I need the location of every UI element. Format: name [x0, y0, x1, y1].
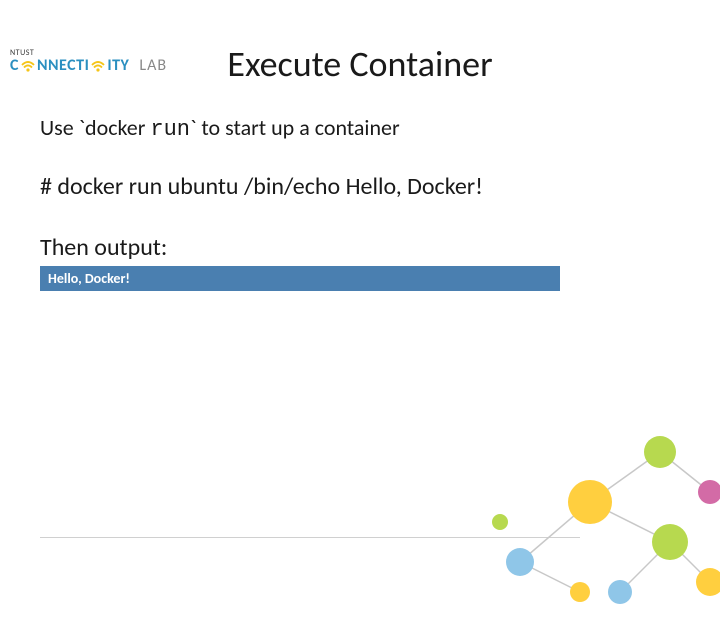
use-prefix: Use `docker: [40, 114, 150, 141]
lab-label: LAB: [139, 56, 167, 75]
slide-body: Use `docker run` to start up a container…: [0, 86, 720, 291]
wifi-icon: [20, 59, 36, 73]
then-output-label: Then output:: [40, 233, 680, 262]
use-line: Use `docker run` to start up a container: [40, 114, 680, 142]
output-box: Hello, Docker!: [40, 266, 560, 291]
ntust-label: NTUST: [10, 48, 34, 58]
connectivity-logo: C NNECTI ITY: [10, 56, 129, 75]
command-line: # docker run ubuntu /bin/echo Hello, Doc…: [40, 172, 680, 201]
logo-c: C: [10, 56, 19, 75]
logo-mid: NNECTI: [37, 56, 89, 75]
use-suffix: ` to start up a container: [190, 114, 400, 141]
run-code: run: [150, 117, 190, 142]
network-decoration: [460, 392, 720, 612]
logo-end: ITY: [107, 56, 129, 75]
header-logo: NTUST C NNECTI ITY LAB: [10, 50, 167, 75]
wifi-icon-2: [90, 59, 106, 73]
